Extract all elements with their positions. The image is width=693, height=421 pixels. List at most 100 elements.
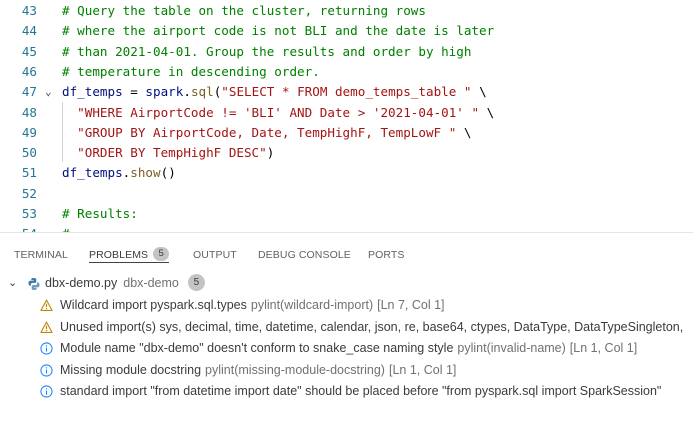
fold-chevron-down-icon[interactable]: ⌄	[45, 81, 52, 102]
code-token: \	[471, 84, 487, 100]
code-line[interactable]: 44 # where the airport code is not BLI an…	[0, 20, 693, 41]
python-file-icon	[28, 278, 40, 290]
info-icon	[40, 385, 53, 398]
problem-message: standard import "from datetime import da…	[60, 384, 662, 398]
code-token: spark	[145, 84, 184, 100]
tab-label: DEBUG CONSOLE	[258, 249, 351, 261]
line-number: 51	[21, 165, 37, 181]
info-icon	[40, 342, 53, 355]
code-line[interactable]: 54 #	[0, 223, 693, 232]
code-token: # Results:	[62, 206, 138, 221]
code-line[interactable]: 53 # Results:	[0, 203, 693, 224]
problem-item[interactable]: standard import "from datetime import da…	[0, 381, 693, 402]
code-token: "WHERE AirportCode != 'BLI' AND Date > '…	[77, 104, 480, 120]
code-token: show	[130, 165, 161, 181]
tab-ports[interactable]: PORTS	[368, 233, 404, 269]
problem-item[interactable]: Module name "dbx-demo" doesn't conform t…	[0, 338, 693, 359]
code-line[interactable]: 47 ⌄ df_temps = spark.sql("SELECT * FROM d…	[0, 81, 693, 102]
tab-label: PORTS	[368, 249, 405, 261]
problem-text: standard import "from datetime import da…	[60, 381, 661, 402]
code-token: sql	[190, 84, 214, 100]
line-number: 45	[21, 43, 37, 59]
code-token: df_temps	[62, 84, 123, 100]
problem-location: [Ln 1, Col 1]	[569, 341, 638, 355]
problem-text: Wildcard import pyspark.sql.types pylint(…	[60, 295, 445, 316]
code-token: # temperature in descending order.	[62, 63, 320, 79]
line-number: 47	[21, 84, 37, 100]
code-line[interactable]: 50 "ORDER BY TempHighF DESC")	[0, 142, 693, 163]
problem-text: Module name "dbx-demo" doesn't conform t…	[60, 338, 637, 359]
problem-item[interactable]: Missing module docstring pylint(missing-m…	[0, 360, 693, 381]
code-token: "GROUP BY AirportCode, Date, TempHighF, …	[77, 124, 457, 140]
code-token: \	[479, 104, 495, 120]
tab-count-badge: 5	[153, 247, 170, 262]
panel-tabs: TERMINAL PROBLEMS 5 OUTPUT DEBUG CONSOLE PORT…	[0, 233, 693, 269]
problem-file-group[interactable]: ⌄ dbx-demo.py dbx-demo 5	[0, 273, 693, 294]
problem-message: Module name "dbx-demo" doesn't conform t…	[60, 341, 454, 355]
code-editor[interactable]: 43 # Query the table on the cluster, retu…	[0, 0, 693, 232]
tab-label: OUTPUT	[193, 249, 237, 261]
problem-file-name: dbx-demo.py	[45, 276, 118, 290]
chevron-down-icon[interactable]: ⌄	[8, 273, 17, 294]
warning-icon	[40, 299, 53, 311]
problem-text: Missing module docstring pylint(missing-m…	[60, 360, 456, 381]
problem-source: pylint(invalid-name)	[457, 341, 566, 355]
line-number: 44	[21, 23, 37, 39]
tab-output[interactable]: OUTPUT	[193, 233, 237, 269]
problem-message: Wildcard import pyspark.sql.types	[60, 298, 247, 312]
code-text: # than 2021-04-01. Group the results and…	[62, 41, 471, 62]
code-line[interactable]: 45 # than 2021-04-01. Group the results a…	[0, 41, 693, 62]
line-number: 43	[21, 3, 37, 18]
code-token: ()	[160, 165, 176, 181]
code-text: # Results:	[62, 203, 138, 224]
code-text: # temperature in descending order.	[62, 61, 320, 82]
problem-count-badge: 5	[187, 274, 205, 292]
code-text: #	[62, 223, 70, 232]
line-number: 46	[21, 63, 37, 79]
problem-location: [Ln 7, Col 1]	[377, 298, 445, 312]
code-text: "GROUP BY AirportCode, Date, TempHighF, …	[62, 122, 471, 143]
tab-debug-console[interactable]: DEBUG CONSOLE	[258, 233, 351, 269]
code-token: )	[266, 145, 275, 161]
code-text: "ORDER BY TempHighF DESC")	[62, 142, 274, 163]
code-token: # Query the table on the cluster, return…	[62, 3, 426, 18]
problem-item[interactable]: Unused import(s) sys, decimal, time, dat…	[0, 317, 693, 338]
code-text: df_temps = spark.sql("SELECT * FROM demo…	[62, 81, 487, 102]
code-token: \	[456, 124, 472, 140]
tab-terminal[interactable]: TERMINAL	[14, 233, 68, 269]
code-line[interactable]: 51 df_temps.show()	[0, 162, 693, 183]
code-token: # where the airport code is not BLI and …	[62, 23, 495, 39]
code-text: df_temps.show()	[62, 162, 176, 183]
code-line[interactable]: 52	[0, 183, 693, 204]
tab-label: TERMINAL	[14, 249, 68, 261]
line-number: 52	[21, 185, 37, 201]
code-token: df_temps	[62, 165, 123, 181]
code-token: "SELECT * FROM demo_temps_table "	[221, 84, 472, 100]
problem-item[interactable]: Wildcard import pyspark.sql.types pylint(…	[0, 295, 693, 316]
code-token: =	[122, 84, 146, 100]
problem-file-path: dbx-demo	[123, 276, 179, 290]
code-token: .	[183, 84, 191, 100]
problem-source: pylint(missing-module-docstring)	[205, 362, 385, 377]
tab-problems[interactable]: PROBLEMS 5	[89, 233, 170, 269]
code-text: "WHERE AirportCode != 'BLI' AND Date > '…	[62, 102, 494, 123]
code-text: # Query the table on the cluster, return…	[62, 0, 426, 21]
indent-guide	[62, 101, 63, 163]
line-number: 49	[21, 124, 37, 140]
info-icon	[40, 363, 53, 377]
code-line[interactable]: 48 "WHERE AirportCode != 'BLI' AND Date …	[0, 102, 693, 123]
tab-label: PROBLEMS	[89, 249, 149, 261]
code-token: "ORDER BY TempHighF DESC"	[77, 145, 267, 161]
line-number: 48	[21, 104, 37, 120]
code-line[interactable]: 43 # Query the table on the cluster, retu…	[0, 0, 693, 21]
bottom-panel: TERMINAL PROBLEMS 5 OUTPUT DEBUG CONSOLE PORT…	[0, 232, 693, 421]
warning-icon	[40, 321, 53, 333]
code-line[interactable]: 46 # temperature in descending order.	[0, 61, 693, 82]
problem-message: Missing module docstring	[60, 362, 202, 377]
problem-text: Unused import(s) sys, decimal, time, dat…	[60, 317, 683, 338]
code-line[interactable]: 49 "GROUP BY AirportCode, Date, TempHigh…	[0, 122, 693, 143]
problem-location: [Ln 1, Col 1]	[388, 362, 457, 377]
